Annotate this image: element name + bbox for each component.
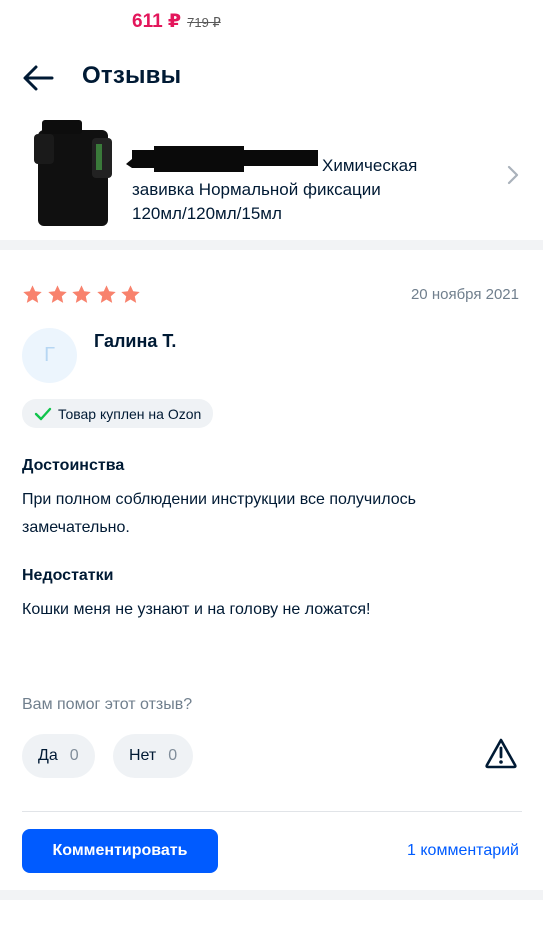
- comments-link[interactable]: 1 комментарий: [407, 842, 519, 860]
- vote-yes-count: 0: [69, 747, 79, 764]
- pros-text: При полном соблюдении инструкции все пол…: [22, 491, 416, 536]
- review-page: Отзывы 611 ₽ 719 ₽ Химическая завивка Но…: [0, 0, 543, 928]
- divider-line: [22, 811, 522, 812]
- product-image: [34, 120, 112, 226]
- star-icon: [72, 285, 91, 303]
- price-row: 611 ₽ 719 ₽: [132, 10, 221, 34]
- header: Отзывы: [0, 52, 543, 104]
- star-icon: [47, 285, 67, 303]
- purchase-badge: Товар куплен на Ozon: [22, 399, 214, 428]
- vote-no-count: 0: [168, 747, 178, 764]
- comment-button[interactable]: Комментировать: [22, 829, 218, 873]
- star-icon: [121, 285, 140, 303]
- helpful-question: Вам помог этот отзыв?: [22, 696, 193, 713]
- check-icon: [34, 407, 52, 420]
- author-name: Галина Т.: [94, 331, 177, 351]
- warning-icon[interactable]: [484, 737, 518, 769]
- vote-yes-label: Да: [38, 747, 58, 764]
- cons-text: Кошки меня не узнают и на голову не ложа…: [22, 601, 371, 618]
- vote-no-button[interactable]: Нет 0: [113, 734, 194, 778]
- avatar: Г: [22, 328, 77, 383]
- price-old: 719 ₽: [187, 15, 221, 30]
- page-title: Отзывы: [82, 62, 182, 89]
- review-date: 20 ноября 2021: [410, 286, 519, 303]
- cons-title: Недостатки: [22, 567, 114, 584]
- vote-yes-button[interactable]: Да 0: [22, 734, 95, 778]
- star-icon: [23, 285, 42, 303]
- vote-no-label: Нет: [129, 747, 157, 764]
- pros-title: Достоинства: [22, 457, 125, 474]
- price-current: 611 ₽: [132, 11, 182, 32]
- star-icon: [96, 285, 116, 303]
- purchase-badge-text: Товар куплен на Ozon: [58, 405, 202, 422]
- chevron-right-icon[interactable]: [506, 164, 520, 186]
- redacted-text: [126, 146, 318, 172]
- arrow-left-icon: [23, 65, 54, 91]
- bottom-divider: [0, 890, 543, 900]
- section-divider: [0, 240, 543, 250]
- back-button[interactable]: [22, 64, 54, 92]
- rating-stars: [22, 284, 141, 306]
